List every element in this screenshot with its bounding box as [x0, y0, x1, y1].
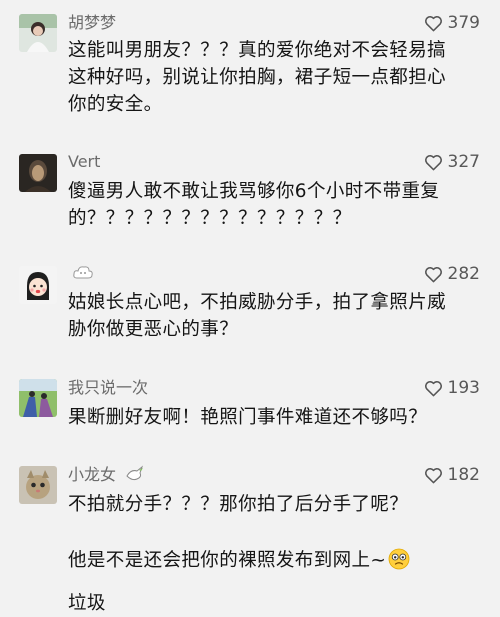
like-count: 327	[447, 152, 480, 172]
comment-line: 胁你做更恶心的事？	[68, 319, 239, 340]
comment-text: 不拍就分手？？？那你拍了后分手了呢？ 他是不是还会把你的裸照发布到网上~ 垃圾	[68, 491, 484, 617]
cloud-sticker-icon	[73, 266, 93, 279]
avatar[interactable]	[19, 379, 57, 417]
like-count: 379	[447, 13, 480, 33]
comment-text: 这能叫男朋友？？？真的爱你绝对不会轻易搞 这种好吗，别说让你拍胸，裙子短一点都担…	[68, 37, 484, 118]
like-button[interactable]: 327	[424, 152, 480, 172]
heart-icon	[424, 266, 442, 282]
like-button[interactable]: 182	[424, 465, 480, 485]
like-button[interactable]: 193	[424, 378, 480, 398]
username[interactable]: Vert	[68, 152, 100, 172]
dove-icon	[126, 465, 144, 481]
wide-eyed-face-emoji	[388, 548, 410, 570]
comment-line: 这能叫男朋友？？？真的爱你绝对不会轻易搞	[68, 40, 447, 61]
username[interactable]: 我只说一次	[68, 378, 148, 398]
avatar[interactable]	[19, 154, 57, 192]
heart-icon	[424, 15, 442, 31]
like-button[interactable]: 282	[424, 264, 480, 284]
heart-icon	[424, 467, 442, 483]
comment-text: 姑娘长点心吧，不拍威胁分手，拍了拿照片威 胁你做更恶心的事？	[68, 289, 484, 343]
avatar[interactable]	[19, 14, 57, 52]
comment-text: 果断删好友啊！艳照门事件难道还不够吗？	[68, 404, 484, 431]
comment-line: 姑娘长点心吧，不拍威胁分手，拍了拿照片威	[68, 292, 447, 313]
comment-line: 他是不是还会把你的裸照发布到网上~	[68, 547, 484, 574]
comment-line: 果断删好友啊！艳照门事件难道还不够吗？	[68, 407, 428, 428]
like-count: 182	[447, 465, 480, 485]
comment-line: 不拍就分手？？？那你拍了后分手了呢？	[68, 494, 409, 515]
like-count: 193	[447, 378, 480, 398]
username[interactable]: 胡梦梦	[68, 13, 116, 33]
username[interactable]	[68, 264, 94, 284]
comment-line: 的？？？？？？？？？？？？？？	[68, 208, 352, 229]
comment-line: 傻逼男人敢不敢让我骂够你6个小时不带重复	[68, 181, 440, 202]
like-button[interactable]: 379	[424, 13, 480, 33]
comment-text: 傻逼男人敢不敢让我骂够你6个小时不带重复 的？？？？？？？？？？？？？？	[68, 178, 484, 232]
heart-icon	[424, 380, 442, 396]
avatar[interactable]	[19, 266, 57, 304]
avatar[interactable]	[19, 466, 57, 504]
comment-line	[68, 518, 484, 545]
heart-icon	[424, 154, 442, 170]
comment-line-text: 他是不是还会把你的裸照发布到网上~	[68, 550, 387, 571]
comment-line: 这种好吗，别说让你拍胸，裙子短一点都担心	[68, 67, 447, 88]
comment-line-cut-off: 垃圾	[68, 593, 106, 614]
like-count: 282	[447, 264, 480, 284]
username-text: 小龙女	[68, 465, 117, 484]
username[interactable]: 小龙女	[68, 465, 145, 485]
comment-line: 你的安全。	[68, 94, 163, 115]
